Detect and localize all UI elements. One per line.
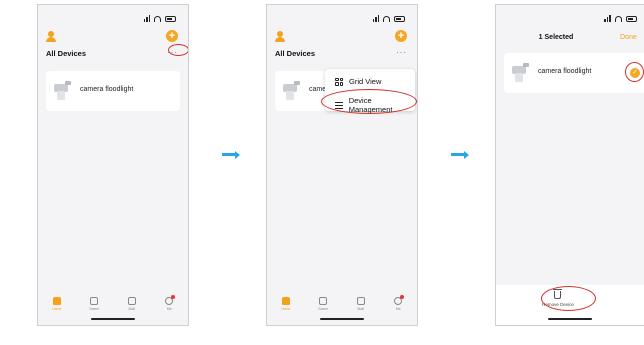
tab-label: Me — [395, 307, 401, 311]
battery-icon — [625, 15, 637, 22]
me-icon — [165, 295, 176, 305]
tab-label: Mall — [128, 307, 135, 311]
tab-home[interactable]: Home — [42, 297, 72, 311]
device-name: came — [309, 86, 327, 93]
phone-screen-menu-open: + All Devices ··· came Grid View Device … — [266, 4, 418, 326]
wifi-icon — [614, 15, 622, 22]
done-button[interactable]: Done — [620, 34, 637, 41]
tab-scene[interactable]: Scene — [308, 297, 338, 311]
device-name: camera floodlight — [80, 86, 134, 93]
menu-item-label: Grid View — [349, 77, 382, 86]
menu-item-grid-view[interactable]: Grid View — [335, 77, 381, 86]
scene-icon — [319, 297, 328, 305]
signal-icon — [143, 15, 150, 22]
mall-icon — [127, 297, 136, 305]
tab-me[interactable]: Me — [383, 295, 413, 311]
tab-mall[interactable]: Mall — [117, 297, 147, 311]
arrow-right-icon — [451, 150, 469, 159]
tab-me[interactable]: Me — [154, 295, 184, 311]
highlight-oval — [625, 62, 644, 82]
status-bar — [604, 15, 637, 22]
status-bar — [372, 15, 405, 22]
tab-label: Me — [166, 307, 172, 311]
tab-scene[interactable]: Scene — [79, 297, 109, 311]
device-name: camera floodlight — [538, 68, 592, 75]
arrow-right-icon — [222, 150, 240, 159]
camera-icon — [512, 63, 530, 83]
signal-icon — [372, 15, 379, 22]
highlight-oval — [168, 44, 188, 56]
tab-mall[interactable]: Mall — [346, 297, 376, 311]
page-title: All Devices — [46, 49, 87, 58]
avatar-icon[interactable] — [275, 31, 285, 42]
battery-icon — [165, 15, 176, 22]
tab-bar: Home Scene Mall Me — [38, 295, 188, 311]
me-icon — [394, 295, 405, 305]
grid-icon — [335, 77, 343, 86]
tab-label: Mall — [357, 307, 364, 311]
home-indicator — [548, 318, 592, 320]
page-title: All Devices — [275, 49, 316, 58]
phone-screen-device-management: 1 Selected Done camera floodlight ✓ Remo… — [495, 4, 644, 326]
tab-bar: Home Scene Mall Me — [267, 295, 417, 311]
more-options-button[interactable]: ··· — [396, 48, 407, 57]
status-bar — [143, 15, 176, 22]
tab-label: Home — [281, 307, 291, 311]
home-indicator — [91, 318, 135, 320]
camera-icon — [283, 81, 301, 101]
add-device-button[interactable]: + — [395, 30, 407, 42]
highlight-oval — [321, 89, 417, 114]
home-indicator — [320, 318, 364, 320]
tab-label: Scene — [318, 307, 329, 311]
device-card[interactable]: camera floodlight — [46, 71, 180, 111]
wifi-icon — [383, 15, 390, 22]
signal-icon — [604, 15, 611, 22]
home-icon — [281, 297, 290, 305]
camera-icon — [54, 81, 72, 101]
highlight-oval — [541, 286, 596, 311]
tab-label: Home — [52, 307, 62, 311]
avatar-icon[interactable] — [46, 31, 56, 42]
tab-label: Scene — [89, 307, 100, 311]
scene-icon — [90, 297, 99, 305]
phone-screen-all-devices: + All Devices ··· camera floodlight Home… — [37, 4, 189, 326]
tab-home[interactable]: Home — [271, 297, 301, 311]
mall-icon — [356, 297, 365, 305]
add-device-button[interactable]: + — [166, 30, 178, 42]
device-card[interactable]: camera floodlight ✓ — [504, 53, 644, 93]
selection-count: 1 Selected — [538, 34, 574, 41]
wifi-icon — [154, 15, 161, 22]
battery-icon — [394, 15, 405, 22]
home-icon — [52, 297, 61, 305]
